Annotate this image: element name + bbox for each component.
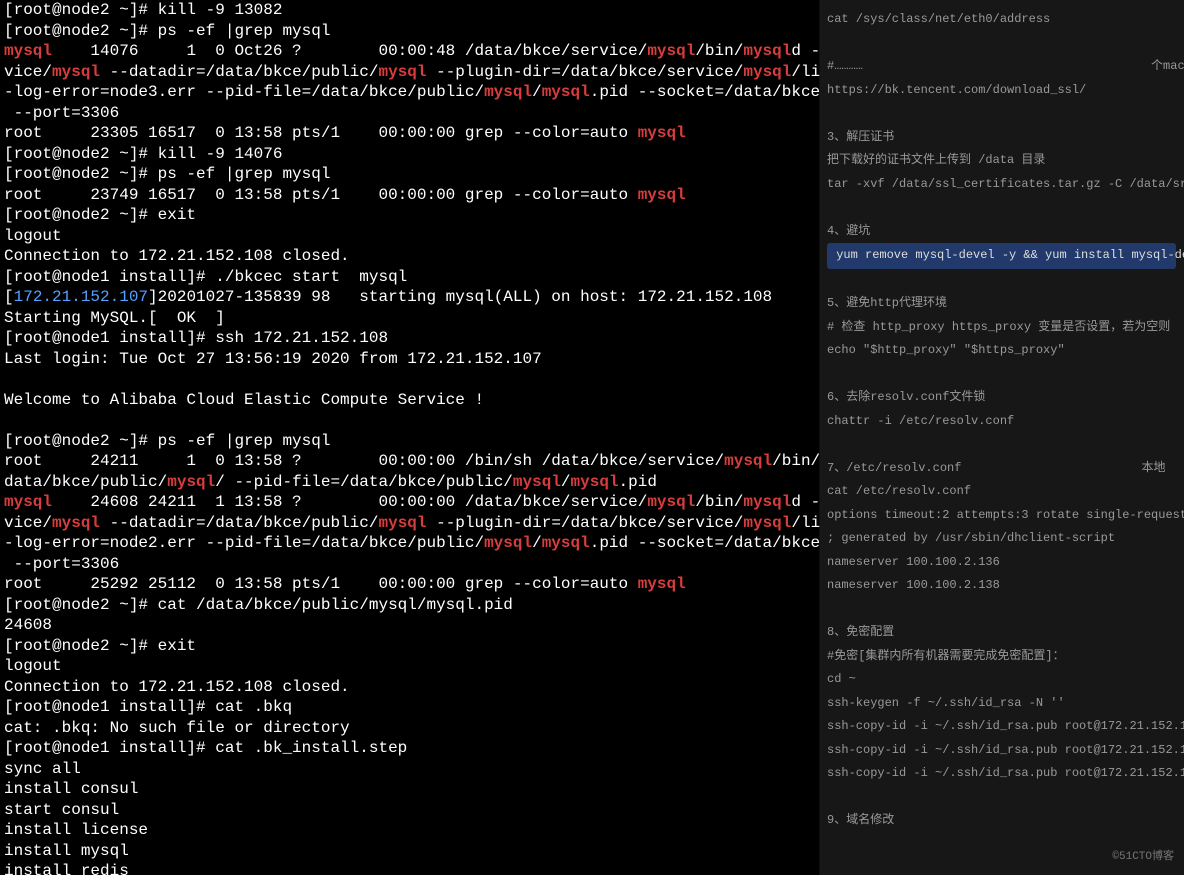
note-line: 6、去除resolv.conf文件锁: [827, 390, 985, 404]
note-line: 4、避坑: [827, 224, 870, 238]
terminal-output[interactable]: [root@node2 ~]# kill -9 13082 [root@node…: [0, 0, 820, 875]
note-line: nameserver 100.100.2.138: [827, 578, 1000, 592]
note-line: options timeout:2 attempts:3 rotate sing…: [827, 508, 1184, 522]
note-line: ssh-copy-id -i ~/.ssh/id_rsa.pub root@17…: [827, 743, 1184, 757]
term-line: install consul: [4, 780, 138, 798]
hl-mysql: mysql: [4, 42, 52, 60]
term-line: install license: [4, 821, 148, 839]
term-line: --port=3306: [4, 555, 119, 573]
ip-address: 172.21.152.107: [14, 288, 148, 306]
term-line: logout: [4, 227, 62, 245]
note-line: 5、避免http代理环境: [827, 296, 947, 310]
note-line: #免密[集群内所有机器需要完成免密配置]：: [827, 649, 1065, 663]
term-line: 24608: [4, 616, 52, 634]
note-line: ssh-copy-id -i ~/.ssh/id_rsa.pub root@17…: [827, 766, 1184, 780]
term-line: [root@node1 install]# ssh 172.21.152.108: [4, 329, 388, 347]
term-line: --port=3306: [4, 104, 119, 122]
term-line: [root@node2 ~]# cat /data/bkce/public/my…: [4, 596, 513, 614]
note-line: 把下载好的证书文件上传到 /data 目录: [827, 153, 1045, 167]
note-line: cat /sys/class/net/eth0/address: [827, 12, 1050, 26]
note-line: 9、域名修改: [827, 813, 894, 827]
note-line: 7、/etc/resolv.conf 本地: [827, 461, 1165, 475]
term-line: Starting MySQL.[ OK ]: [4, 309, 225, 327]
term-line: Last login: Tue Oct 27 13:56:19 2020 fro…: [4, 350, 542, 368]
note-line: 8、免密配置: [827, 625, 894, 639]
term-line: [root@node2 ~]# ps -ef |grep mysql: [4, 432, 330, 450]
note-line: 3、解压证书: [827, 130, 894, 144]
notes-editor[interactable]: cat /sys/class/net/eth0/address #………… 个m…: [819, 0, 1184, 875]
note-line: chattr -i /etc/resolv.conf: [827, 414, 1014, 428]
term-line: [root@node2 ~]# kill -9 13082: [4, 1, 282, 19]
term-line: [root@node2 ~]# ps -ef |grep mysql: [4, 165, 330, 183]
note-line: https://bk.tencent.com/download_ssl/: [827, 83, 1086, 97]
term-line: logout: [4, 657, 62, 675]
note-line: cat /etc/resolv.conf: [827, 484, 971, 498]
term-line: install redis: [4, 862, 129, 875]
note-line: ssh-keygen -f ~/.ssh/id_rsa -N '': [827, 696, 1065, 710]
term-line: [root@node2 ~]# exit: [4, 637, 196, 655]
term-line: cat: .bkq: No such file or directory: [4, 719, 350, 737]
term-line: sync all: [4, 760, 81, 778]
note-line: #………… 个mac地址: [827, 59, 1184, 73]
term-line: Connection to 172.21.152.108 closed.: [4, 247, 350, 265]
term-line: [root@node1 install]# cat .bkq: [4, 698, 292, 716]
term-line: install mysql: [4, 842, 129, 860]
note-line: echo "$http_proxy" "$https_proxy": [827, 343, 1065, 357]
term-line: Welcome to Alibaba Cloud Elastic Compute…: [4, 391, 484, 409]
note-line: ; generated by /usr/sbin/dhclient-script: [827, 531, 1115, 545]
term-line: Connection to 172.21.152.108 closed.: [4, 678, 350, 696]
note-line: nameserver 100.100.2.136: [827, 555, 1000, 569]
note-line: tar -xvf /data/ssl_certificates.tar.gz -…: [827, 177, 1184, 191]
term-line: [root@node2 ~]# kill -9 14076: [4, 145, 282, 163]
note-line-highlighted: yum remove mysql-devel -y && yum install…: [827, 243, 1176, 269]
term-line: [root@node1 install]# cat .bk_install.st…: [4, 739, 407, 757]
term-line: start consul: [4, 801, 119, 819]
term-line: [root@node2 ~]# ps -ef |grep mysql: [4, 22, 330, 40]
note-line: # 检查 http_proxy https_proxy 变量是否设置，若为空则: [827, 320, 1170, 334]
watermark: ©51CTO博客: [1112, 847, 1174, 868]
term-line: [root@node1 install]# ./bkcec start mysq…: [4, 268, 407, 286]
note-line: ssh-copy-id -i ~/.ssh/id_rsa.pub root@17…: [827, 719, 1184, 733]
term-line: [root@node2 ~]# exit: [4, 206, 196, 224]
note-line: cd ~: [827, 672, 856, 686]
